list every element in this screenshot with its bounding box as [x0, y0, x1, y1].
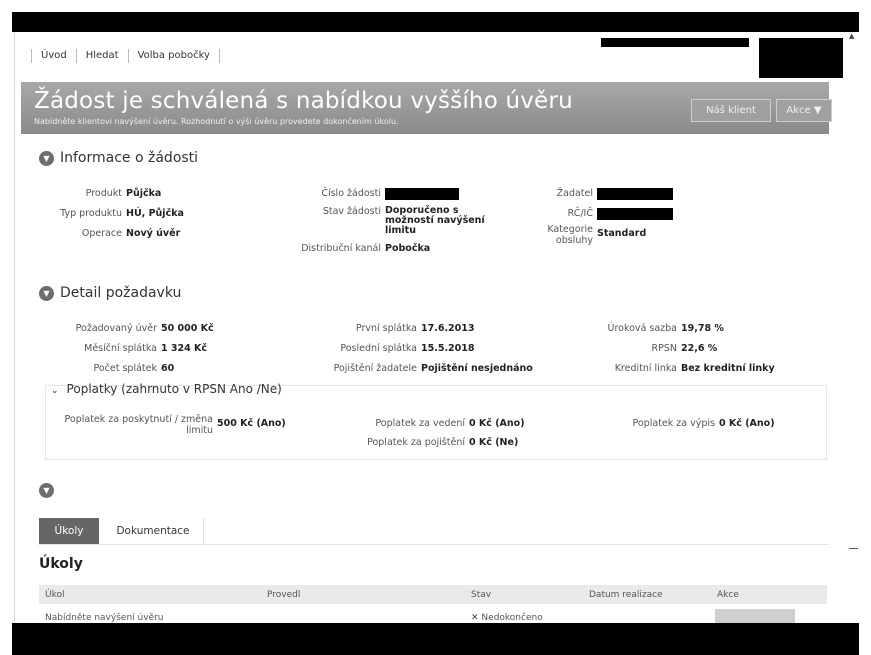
actions-button[interactable]: Akce ▼ [776, 99, 832, 122]
fee-management-value: 0 Kč (Ano) [469, 418, 525, 429]
section-request-detail[interactable]: ▼ Detail požadavku [39, 285, 181, 301]
banner-subtitle: Nabídněte klientovi navýšení úvěru. Rozh… [34, 117, 399, 126]
task-status: ✕ Nedokončeno [471, 613, 543, 623]
our-client-button[interactable]: Náš klient [691, 99, 771, 122]
banner-title: Žádost je schválená s nabídkou vyššího ú… [34, 88, 573, 114]
product-value: Půjčka [126, 188, 162, 199]
credit-line-label: Kreditní linka [614, 363, 677, 374]
distribution-channel-value: Pobočka [385, 243, 431, 254]
col-done-by: Provedl [267, 590, 301, 600]
apr-label: RPSN [651, 343, 677, 354]
fee-insurance-value: 0 Kč (Ne) [469, 437, 519, 448]
redacted-applicant [597, 188, 673, 200]
col-status: Stav [471, 590, 492, 600]
chevron-down-icon[interactable]: ⌄ [51, 386, 59, 396]
request-status-label: Stav žádosti [322, 206, 381, 217]
request-number-label: Číslo žádosti [321, 188, 381, 199]
vertical-scrollbar[interactable]: ▲ [849, 32, 858, 552]
collapse-icon[interactable]: ▼ [39, 150, 54, 166]
operation-value: Nový úvěr [126, 228, 181, 239]
requested-loan-label: Požadovaný úvěr [75, 323, 157, 334]
applicant-insurance-value: Pojištění nesjednáno [421, 363, 533, 374]
product-type-value: HÚ, Půjčka [126, 208, 184, 219]
applicant-insurance-label: Pojištění žadatele [333, 363, 417, 374]
status-banner: Žádost je schválená s nabídkou vyššího ú… [21, 82, 832, 134]
applicant-label: Žadatel [556, 188, 593, 199]
credit-line-value: Bez kreditní linky [681, 363, 775, 374]
scroll-thumb-end[interactable] [849, 548, 858, 549]
fee-provision-label: Poplatek za poskytnutí / změna limitu [64, 414, 214, 436]
interest-rate-value: 19,78 % [681, 323, 724, 334]
page-content: Úvod Hledat Volba pobočky Žádost je schv… [14, 32, 849, 623]
section-request-info[interactable]: ▼ Informace o žádosti [39, 150, 198, 166]
collapse-icon[interactable]: ▼ [39, 285, 54, 301]
product-label: Produkt [85, 188, 122, 199]
fees-title: Poplatky (zahrnuto v RPSN Ano /Ne) [66, 382, 282, 396]
tasks-table-header: Úkol Provedl Stav Datum realizace Akce [39, 585, 827, 604]
fee-provision-value: 500 Kč (Ano) [217, 418, 286, 429]
interest-rate-label: Úroková sazba [607, 323, 677, 334]
last-payment-value: 15.5.2018 [421, 343, 475, 354]
nav-home[interactable]: Úvod [31, 49, 76, 63]
section-title: Detail požadavku [60, 285, 182, 301]
product-type-label: Typ produktu [60, 208, 122, 219]
first-payment-label: První splátka [355, 323, 417, 334]
section-title: Informace o žádosti [60, 150, 199, 166]
tasks-heading: Úkoly [39, 556, 83, 572]
fee-statement-value: 0 Kč (Ano) [719, 418, 775, 429]
nav-branch[interactable]: Volba pobočky [127, 49, 220, 63]
top-black-bar [12, 12, 859, 32]
fees-toggle[interactable]: ⌄ Poplatky (zahrnuto v RPSN Ano /Ne) [51, 382, 282, 396]
service-category-value: Standard [597, 228, 647, 239]
payment-count-value: 60 [161, 363, 175, 374]
first-payment-value: 17.6.2013 [421, 323, 475, 334]
redacted-logo [759, 38, 843, 78]
tab-documentation[interactable]: Dokumentace [103, 518, 204, 544]
nav-search[interactable]: Hledat [75, 49, 128, 63]
apr-value: 22,6 % [681, 343, 718, 354]
task-action-button[interactable] [715, 609, 795, 623]
fee-statement-label: Poplatek za výpis [632, 418, 715, 429]
tab-divider [39, 544, 829, 545]
redacted-id-number [597, 208, 673, 220]
task-name[interactable]: Nabídněte navýšení úvěru [45, 613, 163, 623]
tab-tasks[interactable]: Úkoly [39, 518, 99, 544]
redacted-user-info [601, 38, 749, 47]
request-status-value: Doporučeno s možností navýšení limitu [385, 205, 485, 236]
col-date: Datum realizace [589, 590, 663, 600]
distribution-channel-label: Distribuční kanál [301, 243, 381, 254]
redacted-request-number [385, 188, 459, 200]
top-nav: Úvod Hledat Volba pobočky [31, 46, 220, 66]
fee-management-label: Poplatek za vedení [375, 418, 465, 429]
section-collapsed[interactable]: ▼ [39, 483, 60, 498]
close-icon: ✕ [471, 613, 479, 623]
bottom-black-bar [12, 623, 859, 655]
operation-label: Operace [81, 228, 122, 239]
collapse-icon[interactable]: ▼ [39, 483, 54, 498]
service-category-label: Kategorie obsluhy [547, 224, 593, 246]
scroll-up-icon[interactable]: ▲ [849, 32, 854, 40]
table-row: Nabídněte navýšení úvěru ✕ Nedokončeno [39, 608, 827, 623]
last-payment-label: Poslední splátka [340, 343, 417, 354]
requested-loan-value: 50 000 Kč [161, 323, 214, 334]
monthly-payment-value: 1 324 Kč [161, 343, 208, 354]
col-task: Úkol [45, 590, 65, 600]
id-number-label: RČ/IČ [567, 208, 593, 219]
fee-insurance-label: Poplatek za pojištění [367, 437, 465, 448]
payment-count-label: Počet splátek [93, 363, 157, 374]
monthly-payment-label: Měsíční splátka [84, 343, 157, 354]
col-actions: Akce [717, 590, 739, 600]
